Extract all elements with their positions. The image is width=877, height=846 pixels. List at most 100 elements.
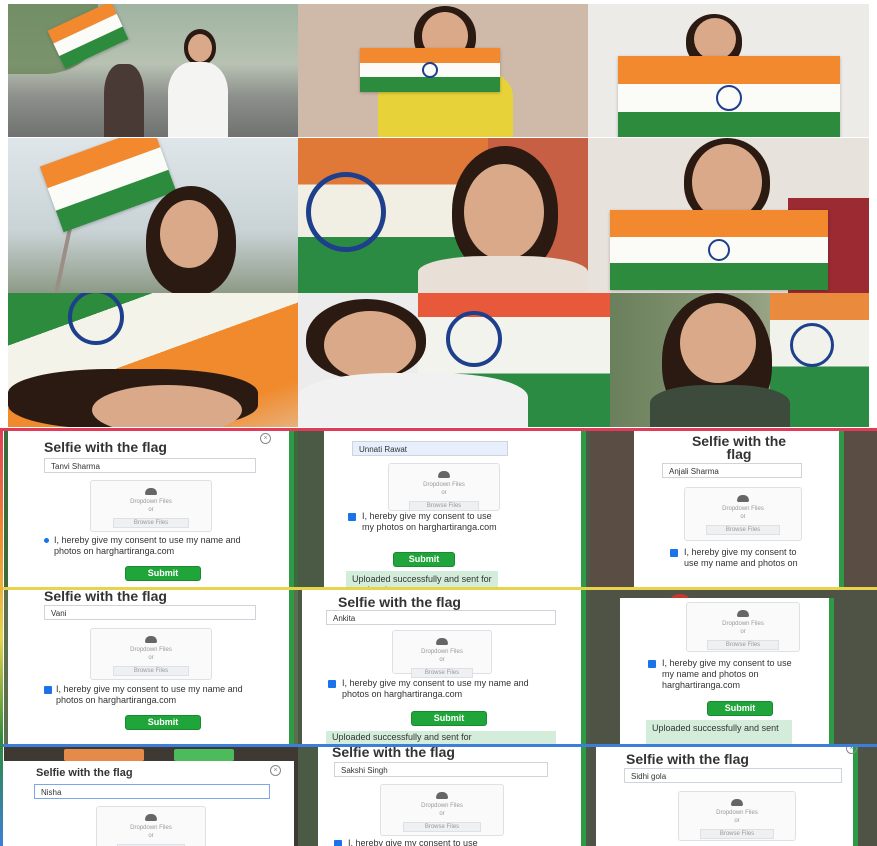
name-field[interactable]: Ankita bbox=[326, 610, 556, 625]
submit-button[interactable]: Submit bbox=[394, 553, 454, 566]
name-field[interactable]: Sidhi gola bbox=[624, 768, 842, 783]
submit-button[interactable]: Submit bbox=[412, 712, 486, 725]
photo-yellow-shirt bbox=[298, 4, 588, 137]
upload-dropzone[interactable]: Dropdown Files or Browse Files bbox=[686, 602, 800, 652]
browse-files-button[interactable]: Browse Files bbox=[408, 501, 480, 511]
upload-dropzone[interactable]: Dropdown Files or Browse Files bbox=[388, 463, 500, 511]
browse-files-button[interactable]: Browse Files bbox=[707, 640, 779, 650]
upload-dropzone[interactable]: Dropdown Files or Browse Files bbox=[678, 791, 796, 841]
dropzone-label: Dropdown Files bbox=[722, 621, 764, 627]
cloud-upload-icon bbox=[438, 471, 450, 478]
photo-braid-selfie bbox=[610, 293, 869, 427]
submit-button[interactable]: Submit bbox=[126, 716, 200, 729]
checkbox-checked-icon[interactable] bbox=[44, 538, 49, 543]
dropzone-label: Dropdown Files bbox=[130, 499, 172, 505]
form-screenshot-2: Unnati Rawat Dropdown Files or Browse Fi… bbox=[298, 431, 590, 587]
submit-button[interactable]: Submit bbox=[126, 567, 200, 580]
cloud-upload-icon bbox=[145, 636, 157, 643]
checkbox-checked-icon[interactable] bbox=[348, 513, 356, 521]
indian-flag bbox=[610, 210, 828, 290]
checkbox-checked-icon[interactable] bbox=[44, 686, 52, 694]
success-message: Uploaded successfully and sent for moder… bbox=[346, 571, 498, 587]
consent-text: I, hereby give my consent to use my name… bbox=[342, 678, 529, 699]
close-icon[interactable]: × bbox=[846, 747, 857, 754]
checkbox-checked-icon[interactable] bbox=[670, 549, 678, 557]
upload-dropzone[interactable]: Dropdown Files or Browse Files bbox=[96, 806, 206, 846]
dropzone-or: or bbox=[740, 629, 746, 635]
name-field[interactable]: Nisha bbox=[34, 784, 270, 799]
dropzone-or: or bbox=[148, 833, 154, 839]
dropzone-or: or bbox=[148, 507, 154, 513]
upload-dropzone[interactable]: Dropdown Files or Browse Files bbox=[684, 487, 802, 541]
name-field[interactable]: Vani bbox=[44, 605, 256, 620]
photo-white-wall bbox=[588, 4, 869, 137]
dropzone-or: or bbox=[148, 655, 154, 661]
form-title: Selfie with the flag bbox=[44, 590, 167, 604]
form-card: Selfie with the flag × Tanvi Sharma Drop… bbox=[8, 431, 294, 587]
checkbox-checked-icon[interactable] bbox=[648, 660, 656, 668]
success-message: Uploaded successfully and sent for bbox=[326, 731, 556, 744]
form-card: Selfie with the flag Anjali Sharma Dropd… bbox=[634, 431, 844, 587]
form-title: Selfie with the flag bbox=[332, 747, 455, 760]
photo-holding-flag bbox=[588, 138, 869, 293]
browse-files-button[interactable]: Browse Files bbox=[403, 822, 481, 832]
cloud-upload-icon bbox=[737, 610, 749, 617]
checkbox-checked-icon[interactable] bbox=[334, 840, 342, 846]
dropzone-or: or bbox=[740, 514, 746, 520]
form-title: Selfie with the flag bbox=[36, 767, 133, 779]
close-icon[interactable]: × bbox=[270, 765, 281, 776]
dropzone-or: or bbox=[439, 811, 445, 817]
form-card: Dropdown Files or Browse Files I, hereby… bbox=[620, 598, 834, 744]
form-card: Selfie with the flag Vani Dropdown Files… bbox=[8, 590, 294, 744]
photo-flag-pole bbox=[8, 138, 298, 293]
browse-files-button[interactable]: Browse Files bbox=[700, 829, 774, 839]
dropzone-label: Dropdown Files bbox=[716, 810, 758, 816]
upload-dropzone[interactable]: Dropdown Files or Browse Files bbox=[90, 480, 212, 532]
photo-flag-backdrop bbox=[298, 138, 588, 293]
dropzone-label: Dropdown Files bbox=[423, 482, 465, 488]
form-screenshot-5: Selfie with the flag Ankita Dropdown Fil… bbox=[298, 590, 590, 744]
form-screenshot-6: Dropdown Files or Browse Files I, hereby… bbox=[590, 590, 877, 744]
form-title: Selfie with the flag bbox=[626, 751, 749, 767]
indian-flag bbox=[360, 48, 500, 92]
upload-dropzone[interactable]: Dropdown Files or Browse Files bbox=[380, 784, 504, 836]
consent-text: I, hereby give my consent to use my name… bbox=[54, 535, 241, 556]
name-field[interactable]: Sakshi Singh bbox=[334, 762, 548, 777]
name-field[interactable]: Tanvi Sharma bbox=[44, 458, 256, 473]
dropzone-label: Dropdown Files bbox=[130, 825, 172, 831]
upload-dropzone[interactable]: Dropdown Files or Browse Files bbox=[392, 630, 492, 678]
close-icon[interactable]: × bbox=[260, 433, 271, 444]
form-screenshot-1: Selfie with the flag × Tanvi Sharma Drop… bbox=[4, 431, 298, 587]
browse-files-button[interactable]: Browse Files bbox=[112, 518, 190, 528]
upload-dropzone[interactable]: Dropdown Files or Browse Files bbox=[90, 628, 212, 680]
form-card: Selfie with the flag Ankita Dropdown Fil… bbox=[302, 590, 586, 744]
dropzone-label: Dropdown Files bbox=[421, 649, 463, 655]
cloud-upload-icon bbox=[145, 814, 157, 821]
form-screenshot-9: Selfie with the flag × Sidhi gola Dropdo… bbox=[590, 747, 877, 846]
consent-text: I, hereby give my consent to use my phot… bbox=[362, 511, 497, 532]
form-title: Selfie with the flag bbox=[44, 439, 167, 455]
name-field[interactable]: Anjali Sharma bbox=[662, 463, 802, 478]
photo-lying-selfie bbox=[8, 293, 298, 427]
form-card: Selfie with the flag × Sidhi gola Dropdo… bbox=[596, 747, 858, 846]
browse-files-button[interactable]: Browse Files bbox=[706, 525, 780, 535]
browse-files-button[interactable]: Browse Files bbox=[112, 666, 190, 676]
form-screenshot-8: Selfie with the flag Sakshi Singh Dropdo… bbox=[298, 747, 590, 846]
cloud-upload-icon bbox=[145, 488, 157, 495]
dropzone-or: or bbox=[734, 818, 740, 824]
dropzone-or: or bbox=[439, 657, 445, 663]
browse-files-button[interactable]: Browse Files bbox=[410, 668, 474, 678]
consent-text: I, hereby give my consent to use my name… bbox=[684, 547, 798, 568]
name-field[interactable]: Unnati Rawat bbox=[352, 441, 508, 456]
submit-button[interactable]: Submit bbox=[708, 702, 772, 715]
cloud-upload-icon bbox=[436, 638, 448, 645]
form-title: Selfie with the flag bbox=[691, 433, 787, 462]
photo-street-flag bbox=[8, 4, 298, 137]
form-screenshot-7: Selfie with the flag × Nisha Dropdown Fi… bbox=[4, 747, 298, 846]
dropzone-or: or bbox=[441, 490, 447, 496]
cloud-upload-icon bbox=[436, 792, 448, 799]
checkbox-checked-icon[interactable] bbox=[328, 680, 336, 688]
form-card: Selfie with the flag × Nisha Dropdown Fi… bbox=[4, 761, 294, 846]
consent-text: I, hereby give my consent to use my name… bbox=[662, 658, 792, 690]
dropzone-label: Dropdown Files bbox=[722, 506, 764, 512]
